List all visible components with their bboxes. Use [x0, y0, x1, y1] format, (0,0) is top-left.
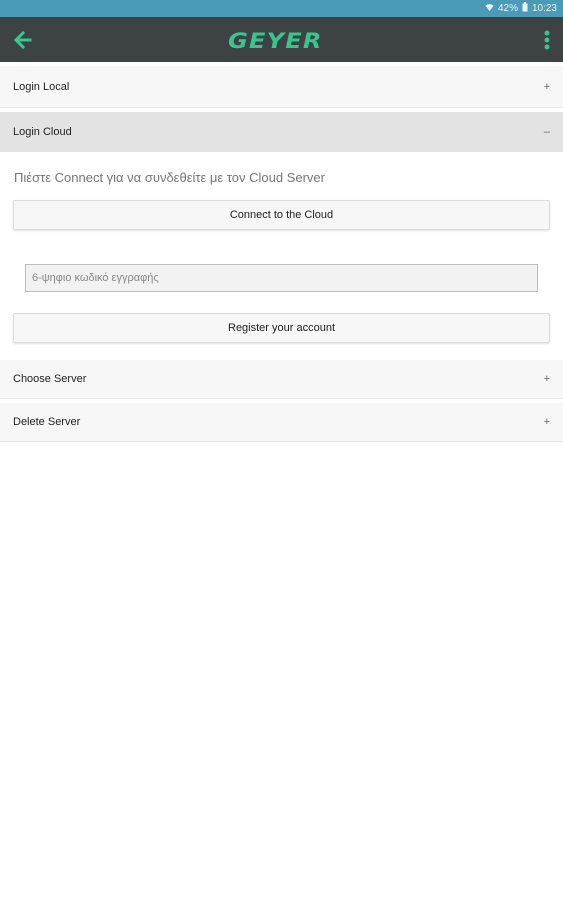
- section-label: Login Cloud: [13, 126, 72, 138]
- section-login-local[interactable]: Login Local +: [0, 66, 563, 108]
- expand-icon: +: [543, 80, 550, 93]
- more-vert-icon: [544, 30, 550, 50]
- app-toolbar: GEYER: [0, 17, 563, 62]
- geyer-logo: GEYER: [228, 29, 322, 53]
- section-choose-server[interactable]: Choose Server +: [0, 360, 563, 399]
- section-label: Login Local: [13, 80, 70, 93]
- collapse-icon: –: [543, 126, 550, 138]
- cloud-connect-hint: Πιέστε Connect για να συνδεθείτε με τον …: [14, 170, 325, 185]
- expand-icon: +: [543, 373, 550, 385]
- section-delete-server[interactable]: Delete Server +: [0, 403, 563, 442]
- wifi-icon: [485, 3, 494, 15]
- logo-text: GEYER: [228, 29, 323, 53]
- register-account-button[interactable]: Register your account: [13, 313, 550, 343]
- expand-icon: +: [543, 416, 550, 428]
- back-button[interactable]: [12, 29, 34, 51]
- registration-code-input[interactable]: [25, 264, 538, 292]
- clock: 10:23: [531, 3, 557, 14]
- battery-icon: [522, 2, 528, 15]
- status-bar: 42% 10:23: [0, 0, 563, 17]
- section-login-cloud[interactable]: Login Cloud –: [0, 112, 563, 152]
- overflow-menu-button[interactable]: [543, 29, 551, 51]
- section-label: Delete Server: [13, 416, 81, 428]
- section-label: Choose Server: [13, 373, 87, 385]
- battery-percent: 42%: [497, 3, 518, 14]
- connect-cloud-button[interactable]: Connect to the Cloud: [13, 200, 550, 230]
- arrow-left-icon: [13, 30, 32, 50]
